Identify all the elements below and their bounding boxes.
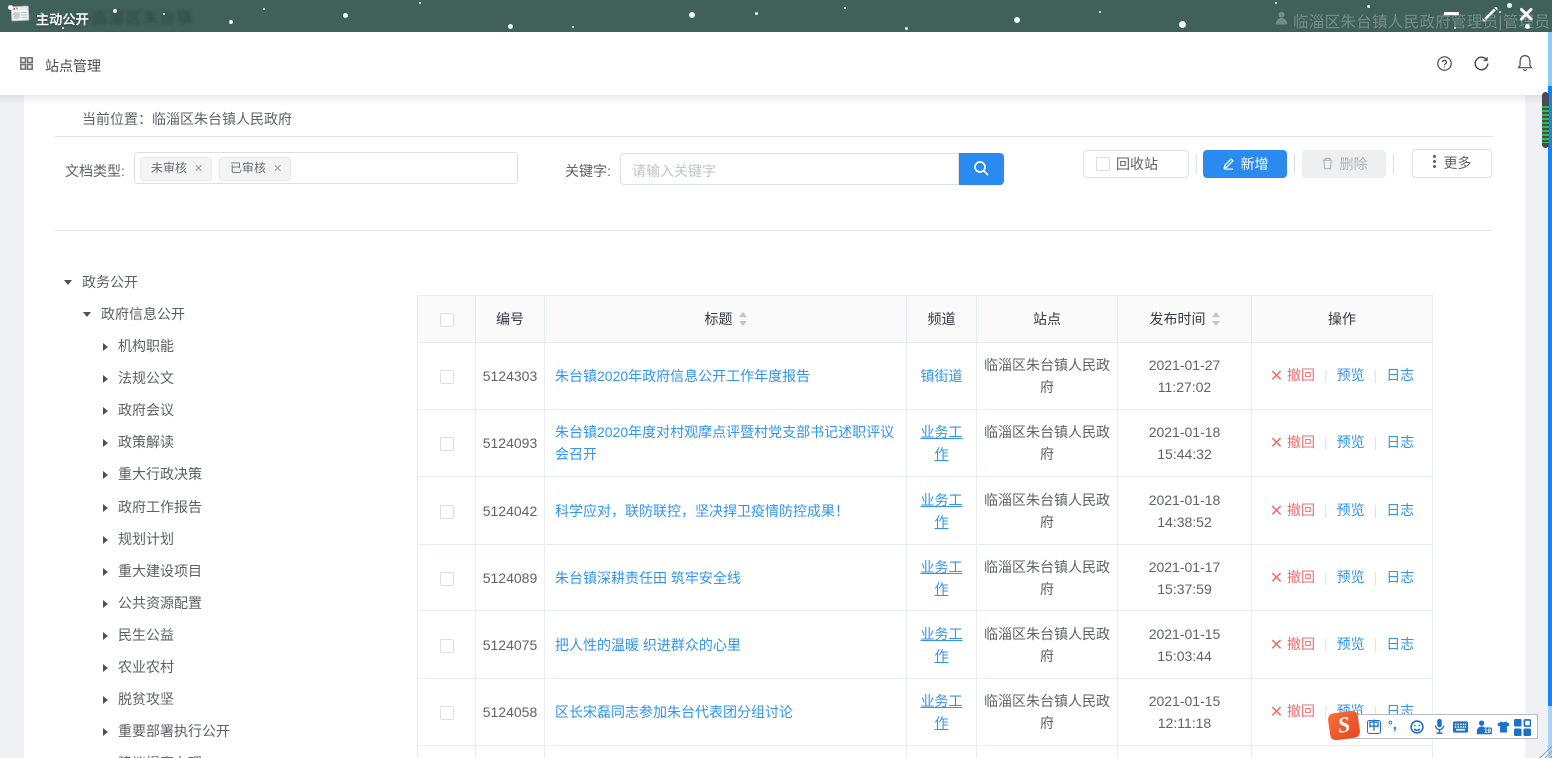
- svg-text:19: 19: [1484, 728, 1492, 735]
